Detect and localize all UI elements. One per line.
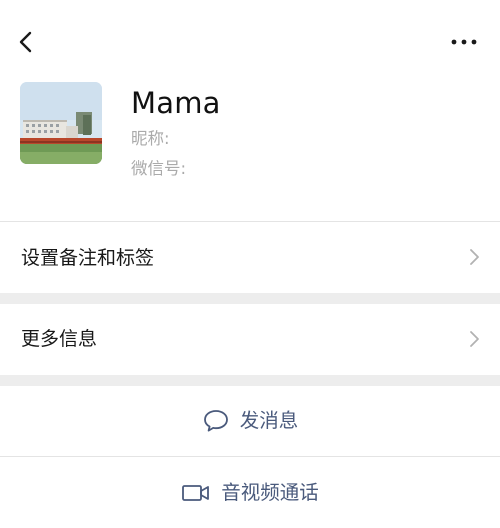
back-button[interactable] — [8, 24, 44, 60]
video-call-label: 音视频通话 — [221, 480, 319, 504]
remark-tags-label: 设置备注和标签 — [21, 247, 155, 269]
chat-bubble-icon — [203, 410, 228, 432]
avatar-photo — [20, 82, 102, 164]
contact-profile-screen: Mama 昵称: 微信号: 设置备注和标签 更多信息 发消息 音视频通话 — [0, 0, 500, 528]
chevron-right-icon — [470, 331, 479, 347]
more-dots-icon — [451, 39, 477, 45]
chevron-right-icon — [470, 249, 479, 265]
remark-tags-row[interactable]: 设置备注和标签 — [0, 222, 500, 293]
profile-header: Mama 昵称: 微信号: — [0, 0, 500, 221]
contact-name: Mama — [131, 86, 221, 120]
send-message-button[interactable]: 发消息 — [0, 386, 500, 456]
video-camera-icon — [182, 484, 210, 501]
send-message-label: 发消息 — [239, 409, 299, 432]
avatar[interactable] — [20, 82, 102, 164]
more-info-label: 更多信息 — [21, 328, 98, 350]
more-info-row[interactable]: 更多信息 — [0, 304, 500, 375]
nickname-label: 昵称: — [131, 129, 170, 148]
video-call-button[interactable]: 音视频通话 — [0, 457, 500, 528]
chevron-left-icon — [19, 31, 32, 53]
more-options-button[interactable] — [446, 26, 482, 58]
wechat-id-label: 微信号: — [131, 159, 187, 178]
